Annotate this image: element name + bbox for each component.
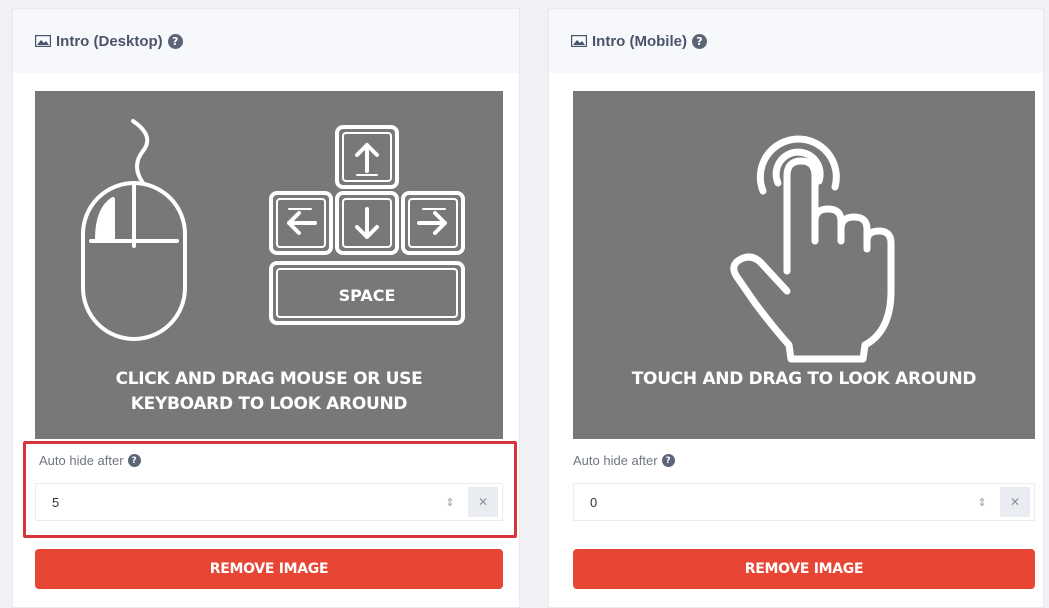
auto-hide-value[interactable]: 0 xyxy=(574,495,974,510)
stepper-icon[interactable]: ⇕ xyxy=(974,496,990,509)
intro-mobile-panel: Intro (Mobile) ? TOUCH AND DRAG TO LOOK … xyxy=(548,8,1044,608)
intro-image-preview: TOUCH AND DRAG TO LOOK AROUND xyxy=(573,91,1035,439)
clear-icon[interactable]: ✕ xyxy=(468,487,498,517)
auto-hide-label-text: Auto hide after xyxy=(39,453,124,468)
stepper-icon[interactable]: ⇕ xyxy=(442,496,458,509)
preview-caption: CLICK AND DRAG MOUSE OR USE KEYBOARD TO … xyxy=(35,367,503,417)
image-icon xyxy=(35,35,51,47)
clear-icon[interactable]: ✕ xyxy=(1000,487,1030,517)
help-icon[interactable]: ? xyxy=(691,33,707,49)
auto-hide-label-text: Auto hide after xyxy=(573,453,658,468)
auto-hide-input[interactable]: 0 ⇕ ✕ xyxy=(573,483,1035,521)
image-icon xyxy=(571,35,587,47)
intro-desktop-panel: Intro (Desktop) ? SPACE CLICK AND DRAG M… xyxy=(12,8,520,608)
auto-hide-label: Auto hide after ? xyxy=(39,453,141,468)
auto-hide-label: Auto hide after ? xyxy=(573,453,675,468)
auto-hide-value[interactable]: 5 xyxy=(36,495,442,510)
auto-hide-input[interactable]: 5 ⇕ ✕ xyxy=(35,483,503,521)
panel-header: Intro (Desktop) ? xyxy=(13,9,519,73)
help-icon[interactable]: ? xyxy=(127,454,141,467)
preview-caption: TOUCH AND DRAG TO LOOK AROUND xyxy=(573,367,1035,392)
caption-line-1: TOUCH AND DRAG TO LOOK AROUND xyxy=(631,369,977,389)
panel-header: Intro (Mobile) ? xyxy=(549,9,1043,73)
intro-image-preview: SPACE CLICK AND DRAG MOUSE OR USE KEYBOA… xyxy=(35,91,503,439)
remove-image-button[interactable]: REMOVE IMAGE xyxy=(573,549,1035,589)
space-key-label: SPACE xyxy=(339,286,396,305)
remove-image-button[interactable]: REMOVE IMAGE xyxy=(35,549,503,589)
caption-line-1: CLICK AND DRAG MOUSE OR USE xyxy=(115,369,423,389)
caption-line-2: KEYBOARD TO LOOK AROUND xyxy=(130,394,408,414)
panel-title: Intro (Mobile) xyxy=(592,32,687,50)
help-icon[interactable]: ? xyxy=(661,454,675,467)
help-icon[interactable]: ? xyxy=(167,33,183,49)
panel-title: Intro (Desktop) xyxy=(56,32,163,50)
